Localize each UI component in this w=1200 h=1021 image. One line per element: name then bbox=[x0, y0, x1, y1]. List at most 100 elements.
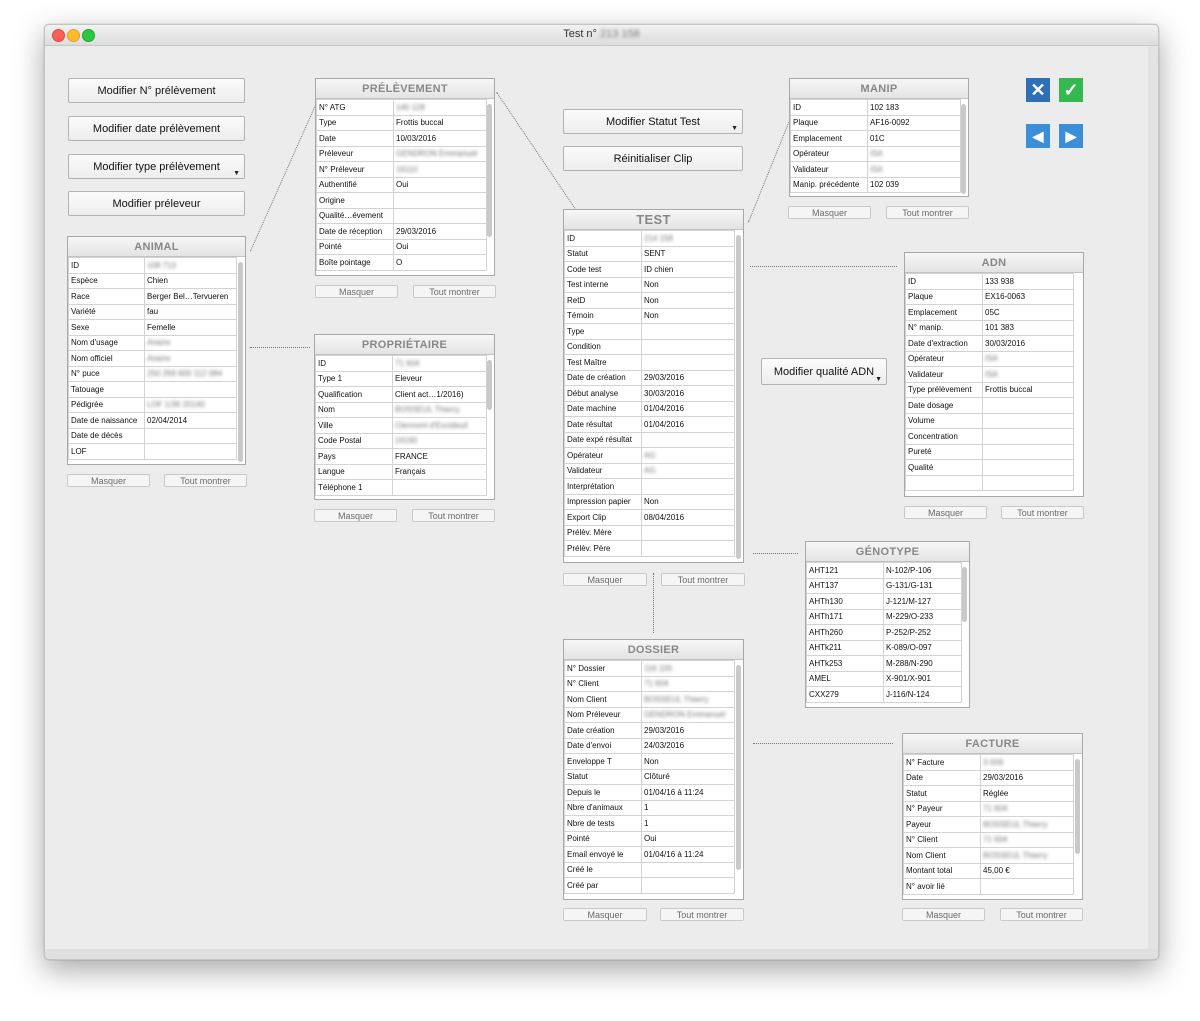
field-value[interactable]: LOF 1/36 20140 bbox=[144, 396, 237, 413]
scrollbar[interactable] bbox=[736, 235, 741, 559]
field-value[interactable]: Frottis buccal bbox=[982, 381, 1074, 398]
field-value[interactable] bbox=[641, 540, 735, 557]
table-row[interactable]: Date machine 01/04/2016 bbox=[564, 400, 735, 417]
table-row[interactable]: Nbre d'animaux 1 bbox=[564, 799, 735, 816]
table-row[interactable]: Validateur ISA bbox=[905, 366, 1074, 383]
field-value[interactable]: 05C bbox=[982, 304, 1074, 321]
table-row[interactable]: Export Clip 08/04/2016 bbox=[564, 509, 735, 526]
dna-show-all-button[interactable]: Tout montrer bbox=[1001, 506, 1084, 519]
table-row[interactable]: N° Préleveur 16110 bbox=[316, 161, 487, 178]
table-row[interactable]: ID 71 604 bbox=[315, 355, 487, 372]
field-value[interactable]: Non bbox=[641, 493, 735, 510]
field-value[interactable]: ISA bbox=[982, 350, 1074, 367]
field-value[interactable]: EX16-0063 bbox=[982, 288, 1074, 305]
table-row[interactable]: Date de création 29/03/2016 bbox=[564, 369, 735, 386]
table-row[interactable]: Date 29/03/2016 bbox=[903, 769, 1074, 786]
field-value[interactable]: ISA bbox=[982, 366, 1074, 383]
field-value[interactable]: Oui bbox=[393, 238, 487, 255]
table-row[interactable]: Test interne Non bbox=[564, 276, 735, 293]
field-value[interactable]: Oui bbox=[641, 830, 735, 847]
table-row[interactable]: Condition bbox=[564, 338, 735, 355]
table-row[interactable]: Espèce Chien bbox=[68, 272, 237, 289]
table-row[interactable]: Volume bbox=[905, 412, 1074, 429]
table-row[interactable]: Origine bbox=[316, 192, 487, 209]
table-row[interactable]: ID 214 158 bbox=[564, 230, 735, 247]
table-row[interactable]: Témoin Non bbox=[564, 307, 735, 324]
table-row[interactable]: Type prélèvement Frottis buccal bbox=[905, 381, 1074, 398]
table-row[interactable]: Date création 29/03/2016 bbox=[564, 722, 735, 739]
file-hide-button[interactable]: Masquer bbox=[563, 908, 647, 921]
field-value[interactable] bbox=[641, 354, 735, 371]
field-value[interactable]: K-089/O-097 bbox=[883, 639, 962, 656]
scrollbar[interactable] bbox=[487, 360, 492, 410]
table-row[interactable]: Nom BOSSEUL Thierry bbox=[315, 401, 487, 418]
table-row[interactable]: Email envoyé le 01/04/16 à 11:24 bbox=[564, 846, 735, 863]
dna-hide-button[interactable]: Masquer bbox=[904, 506, 987, 519]
scrollbar[interactable] bbox=[736, 665, 741, 870]
file-show-all-button[interactable]: Tout montrer bbox=[660, 908, 744, 921]
table-row[interactable]: Date d'envoi 24/03/2016 bbox=[564, 737, 735, 754]
table-row[interactable] bbox=[905, 474, 1074, 491]
field-value[interactable]: AG bbox=[641, 447, 735, 464]
table-row[interactable]: Préleveur GENDRON Emmanuel bbox=[316, 145, 487, 162]
table-row[interactable]: N° Facture 3 009 bbox=[903, 754, 1074, 771]
table-row[interactable]: Plaque AF16-0092 bbox=[790, 114, 961, 131]
field-value[interactable]: Anaïre bbox=[144, 350, 237, 367]
field-value[interactable]: 29/03/2016 bbox=[641, 369, 735, 386]
table-row[interactable]: N° avoir lié bbox=[903, 878, 1074, 895]
table-row[interactable]: Nom d'usage Anaïre bbox=[68, 334, 237, 351]
table-row[interactable]: Pointé Oui bbox=[316, 238, 487, 255]
table-row[interactable]: Validateur AG bbox=[564, 462, 735, 479]
field-value[interactable]: Réglée bbox=[980, 785, 1074, 802]
field-value[interactable] bbox=[982, 443, 1074, 460]
field-value[interactable] bbox=[641, 431, 735, 448]
field-value[interactable]: M-229/O-233 bbox=[883, 608, 962, 625]
field-value[interactable]: 140 128 bbox=[393, 99, 487, 116]
table-row[interactable]: Prélèv. Père bbox=[564, 540, 735, 557]
table-row[interactable]: RetD Non bbox=[564, 292, 735, 309]
table-row[interactable]: Pureté bbox=[905, 443, 1074, 460]
table-row[interactable]: Début analyse 30/03/2016 bbox=[564, 385, 735, 402]
field-value[interactable]: Frottis buccal bbox=[393, 114, 487, 131]
table-row[interactable]: Type 1 Eleveur bbox=[315, 370, 487, 387]
field-value[interactable]: X-901/X-901 bbox=[883, 670, 962, 687]
table-row[interactable]: AHT137 G-131/G-131 bbox=[806, 577, 962, 594]
owner-show-all-button[interactable]: Tout montrer bbox=[412, 509, 495, 522]
table-row[interactable]: Tatouage bbox=[68, 381, 237, 398]
table-row[interactable]: AHTh260 P-252/P-252 bbox=[806, 624, 962, 641]
table-row[interactable]: ID 108 713 bbox=[68, 257, 237, 274]
table-row[interactable]: Langue Français bbox=[315, 463, 487, 480]
field-value[interactable] bbox=[641, 338, 735, 355]
table-row[interactable]: Qualité…évement bbox=[316, 207, 487, 224]
table-row[interactable]: CXX279 J-116/N-124 bbox=[806, 686, 962, 703]
field-value[interactable]: 71 604 bbox=[980, 800, 1074, 817]
field-value[interactable]: AG bbox=[641, 462, 735, 479]
table-row[interactable]: N° Dossier 116 105 bbox=[564, 660, 735, 677]
table-row[interactable]: Type bbox=[564, 323, 735, 340]
field-value[interactable]: M-288/N-290 bbox=[883, 655, 962, 672]
animal-show-all-button[interactable]: Tout montrer bbox=[164, 474, 247, 487]
table-row[interactable]: Opérateur ISA bbox=[790, 145, 961, 162]
table-row[interactable]: Authentifié Oui bbox=[316, 176, 487, 193]
sample-hide-button[interactable]: Masquer bbox=[315, 285, 398, 298]
reset-clip-button[interactable]: Réinitialiser Clip bbox=[563, 146, 743, 171]
scrollbar[interactable] bbox=[962, 567, 967, 622]
scrollbar[interactable] bbox=[1075, 759, 1080, 854]
field-value[interactable]: 01/04/2016 bbox=[641, 400, 735, 417]
table-row[interactable]: Date expé résultat bbox=[564, 431, 735, 448]
field-value[interactable]: BOSSEUL Thierry bbox=[641, 691, 735, 708]
table-row[interactable]: Date dosage bbox=[905, 397, 1074, 414]
field-value[interactable] bbox=[144, 427, 237, 444]
field-value[interactable]: 71 604 bbox=[392, 355, 487, 372]
field-value[interactable]: GENDRON Emmanuel bbox=[393, 145, 487, 162]
table-row[interactable]: AHTh171 M-229/O-233 bbox=[806, 608, 962, 625]
field-value[interactable]: Non bbox=[641, 276, 735, 293]
field-value[interactable] bbox=[393, 192, 487, 209]
table-row[interactable]: Opérateur AG bbox=[564, 447, 735, 464]
field-value[interactable]: 01C bbox=[867, 130, 961, 147]
owner-hide-button[interactable]: Masquer bbox=[314, 509, 397, 522]
modify-sample-type-button[interactable]: Modifier type prélèvement ▼ bbox=[68, 154, 245, 179]
table-row[interactable]: Nom Client BOSSEUL Thierry bbox=[564, 691, 735, 708]
field-value[interactable]: 3 009 bbox=[980, 754, 1074, 771]
field-value[interactable]: 71 604 bbox=[980, 831, 1074, 848]
